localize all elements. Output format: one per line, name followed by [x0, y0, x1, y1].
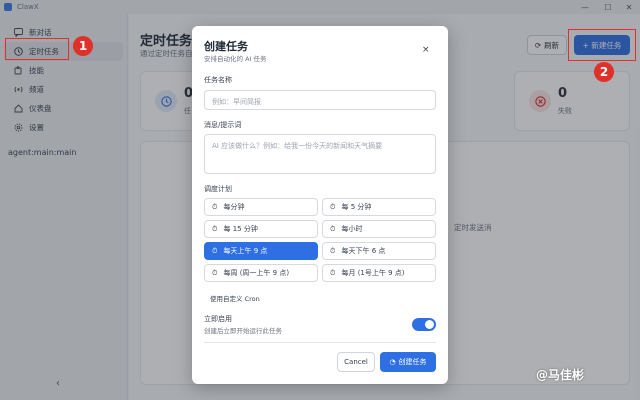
schedule-option[interactable]: ⏱ 每小时	[322, 220, 436, 238]
schedule-option[interactable]: ⏱ 每周 (周一上午 9 点)	[204, 264, 318, 282]
footer-divider	[204, 342, 436, 343]
cancel-button[interactable]: Cancel	[337, 352, 375, 372]
timer-icon: ⏱	[212, 224, 218, 233]
schedule-option-label: 每分钟	[223, 203, 245, 211]
enable-label: 立即启用	[204, 315, 232, 323]
toggle-knob	[425, 320, 434, 329]
schedule-option[interactable]: ⏱ 每分钟	[204, 198, 318, 216]
prompt-label: 消息/提示词	[204, 121, 242, 129]
schedule-option[interactable]: ⏱ 每天下午 6 点	[322, 242, 436, 260]
schedule-option[interactable]: ⏱ 每 15 分钟	[204, 220, 318, 238]
annotation-box-new-task	[568, 29, 636, 61]
create-task-label: 创建任务	[398, 358, 427, 366]
annotation-box-sidebar	[5, 38, 69, 60]
timer-icon: ⏱	[212, 202, 218, 211]
schedule-option[interactable]: ⏱ 每月 (1号上午 9 点)	[322, 264, 436, 282]
task-name-label: 任务名称	[204, 76, 232, 84]
schedule-option-label: 每周 (周一上午 9 点)	[223, 269, 290, 277]
schedule-option-label: 每 15 分钟	[223, 225, 258, 233]
create-task-dialog: 创建任务 安排自动化的 AI 任务 × 任务名称 例如：早间简报 消息/提示词 …	[192, 26, 448, 384]
schedule-option[interactable]: ⏱ 每 5 分钟	[322, 198, 436, 216]
custom-cron-link[interactable]: 使用自定义 Cron	[210, 293, 260, 303]
timer-icon: ⏱	[330, 268, 336, 277]
enable-description: 创建后立即开始运行此任务	[204, 327, 282, 335]
watermark-label: @马佳彬	[536, 368, 585, 382]
schedule-option-label: 每 5 分钟	[341, 203, 372, 211]
timer-icon: ⏱	[330, 202, 336, 211]
watermark: @马佳彬	[536, 366, 584, 383]
clock-icon: ◔	[389, 358, 396, 366]
timer-icon: ⏱	[330, 246, 336, 255]
timer-icon: ⏱	[330, 224, 336, 233]
close-dialog-button[interactable]: ×	[422, 45, 430, 55]
create-task-button[interactable]: ◔ 创建任务	[380, 352, 436, 372]
schedule-option-label: 每天上午 9 点	[223, 247, 268, 255]
schedule-option-label: 每天下午 6 点	[341, 247, 386, 255]
dialog-title: 创建任务	[204, 40, 248, 53]
annotation-marker-2: 2	[594, 62, 614, 82]
schedule-label: 调度计划	[204, 185, 232, 193]
prompt-textarea[interactable]: AI 应该做什么？例如：给我一份今天的新闻和天气摘要	[204, 134, 436, 174]
schedule-option-label: 每月 (1号上午 9 点)	[341, 269, 405, 277]
timer-icon: ⏱	[212, 246, 218, 255]
timer-icon: ⏱	[212, 268, 218, 277]
schedule-option-selected[interactable]: ⏱ 每天上午 9 点	[204, 242, 318, 260]
schedule-option-label: 每小时	[341, 225, 363, 233]
enable-toggle[interactable]	[412, 318, 436, 331]
annotation-marker-1: 1	[73, 36, 93, 56]
dialog-subtitle: 安排自动化的 AI 任务	[204, 55, 267, 63]
task-name-input[interactable]: 例如：早间简报	[204, 90, 436, 110]
